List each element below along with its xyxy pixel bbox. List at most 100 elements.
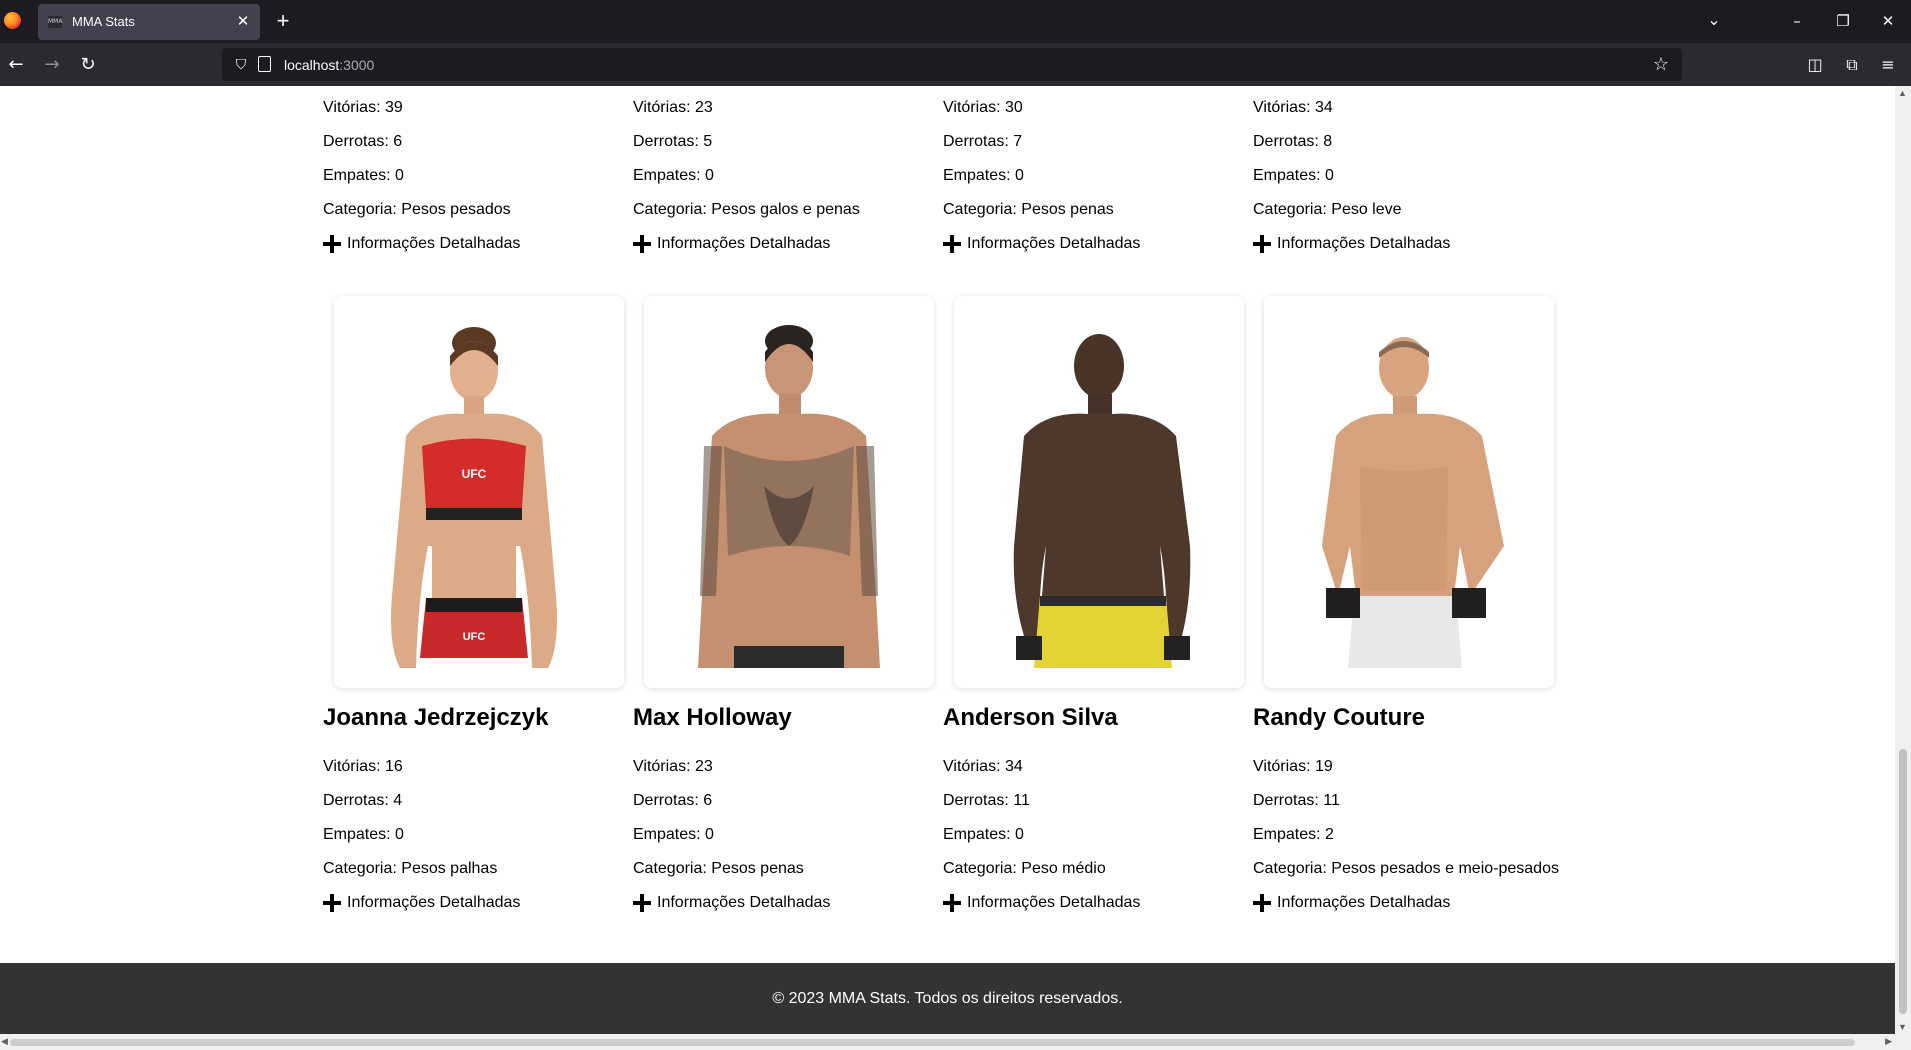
detailed-info-link[interactable]: Informações Detalhadas <box>1253 893 1450 913</box>
fighter-losses: Derrotas: 11 <box>1253 792 1340 809</box>
fighter-photo-card[interactable] <box>954 296 1244 688</box>
scroll-down-arrow-icon[interactable]: ▼ <box>1898 1022 1907 1032</box>
new-tab-button[interactable]: + <box>270 8 296 34</box>
close-window-icon[interactable]: ✕ <box>1865 6 1911 36</box>
fighter-name: Randy Couture <box>1253 704 1426 731</box>
fighter-photo-card[interactable] <box>644 296 934 688</box>
tab-favicon-icon: MMA <box>48 16 62 28</box>
scroll-left-arrow-icon[interactable]: ◀ <box>1 1036 8 1047</box>
tab-title: MMA Stats <box>72 14 135 29</box>
app-menu-hamburger-icon[interactable]: ≡ <box>1874 51 1902 79</box>
vertical-scroll-thumb[interactable] <box>1899 749 1907 1014</box>
url-text[interactable]: localhost:3000 <box>284 57 374 73</box>
fighter-draws: Empates: 0 <box>943 167 1024 184</box>
plus-icon <box>633 894 651 912</box>
bookmark-star-icon[interactable]: ☆ <box>1650 53 1672 75</box>
reload-icon[interactable]: ↻ <box>74 51 102 79</box>
fighter-category: Categoria: Pesos pesados e meio-pesados <box>1253 860 1559 877</box>
fighter-draws: Empates: 0 <box>323 167 404 184</box>
fighter-draws: Empates: 2 <box>1253 826 1334 843</box>
fighter-draws: Empates: 0 <box>943 826 1024 843</box>
fighter-wins: Vitórias: 34 <box>1253 99 1333 116</box>
fighter-photo-card[interactable]: UFC UFC <box>334 296 624 688</box>
fighter-losses: Derrotas: 6 <box>633 792 713 809</box>
horizontal-scroll-thumb[interactable] <box>10 1039 1855 1046</box>
fighter-category: Categoria: Pesos palhas <box>323 860 498 877</box>
detailed-info-link[interactable]: Informações Detalhadas <box>323 234 520 254</box>
minimize-window-icon[interactable]: – <box>1774 6 1820 36</box>
fighter-name: Max Holloway <box>633 704 792 731</box>
plus-icon <box>943 894 961 912</box>
fighter-wins: Vitórias: 30 <box>943 99 1023 116</box>
detailed-info-label: Informações Detalhadas <box>657 894 831 911</box>
url-bar[interactable]: ⛉ localhost:3000 ☆ <box>222 48 1682 81</box>
plus-icon <box>943 235 961 253</box>
plus-icon <box>1253 894 1271 912</box>
plus-icon <box>1253 235 1271 253</box>
fighter-draws: Empates: 0 <box>1253 167 1334 184</box>
fighter-draws: Empates: 0 <box>633 167 714 184</box>
plus-icon <box>633 235 651 253</box>
url-host: localhost <box>284 57 340 73</box>
fighter-category: Categoria: Peso médio <box>943 860 1106 877</box>
detailed-info-label: Informações Detalhadas <box>1277 235 1451 252</box>
horizontal-scrollbar[interactable]: ◀ ▶ <box>0 1034 1895 1050</box>
url-port: :3000 <box>339 57 375 73</box>
detailed-info-link[interactable]: Informações Detalhadas <box>943 234 1140 254</box>
detailed-info-label: Informações Detalhadas <box>347 894 521 911</box>
list-all-tabs-chevron-down-icon[interactable]: ⌄ <box>1700 8 1728 34</box>
fighter-category: Categoria: Pesos pesados <box>323 201 511 218</box>
fighter-losses: Derrotas: 4 <box>323 792 403 809</box>
restore-window-icon[interactable]: ❐ <box>1820 6 1866 36</box>
fighter-category: Categoria: Pesos penas <box>943 201 1114 218</box>
scroll-right-arrow-icon[interactable]: ▶ <box>1885 1036 1892 1047</box>
detailed-info-label: Informações Detalhadas <box>967 235 1141 252</box>
detailed-info-link[interactable]: Informações Detalhadas <box>943 893 1140 913</box>
fighter-category: Categoria: Pesos penas <box>633 860 804 877</box>
detailed-info-link[interactable]: Informações Detalhadas <box>1253 234 1450 254</box>
fighter-photo-max <box>698 325 880 668</box>
detailed-info-label: Informações Detalhadas <box>1277 894 1451 911</box>
navigation-toolbar: ← → ↻ ⛉ localhost:3000 ☆ ◫ ⧉ ≡ <box>0 43 1911 86</box>
plus-icon <box>323 894 341 912</box>
fighter-photo-anderson <box>1013 334 1191 668</box>
fighter-photo-joanna: UFC UFC <box>391 327 557 668</box>
fighter-name: Anderson Silva <box>943 704 1118 731</box>
fighter-losses: Derrotas: 7 <box>943 133 1023 150</box>
fighter-category: Categoria: Pesos galos e penas <box>633 201 860 218</box>
detailed-info-link[interactable]: Informações Detalhadas <box>633 893 830 913</box>
page-info-icon[interactable] <box>258 56 271 72</box>
tab-close-icon[interactable]: ✕ <box>232 11 254 33</box>
extensions-puzzle-icon[interactable]: ⧉ <box>1838 51 1866 79</box>
fighter-photo-card[interactable] <box>1264 296 1554 688</box>
fighter-draws: Empates: 0 <box>633 826 714 843</box>
page-footer: © 2023 MMA Stats. Todos os direitos rese… <box>0 963 1895 1034</box>
svg-text:UFC: UFC <box>462 467 487 481</box>
fighter-photo-randy <box>1322 337 1504 668</box>
fighter-wins: Vitórias: 34 <box>943 758 1023 775</box>
scrollbar-corner <box>1895 1034 1911 1050</box>
fighter-wins: Vitórias: 16 <box>323 758 403 775</box>
fighter-wins: Vitórias: 39 <box>323 99 403 116</box>
forward-arrow-icon[interactable]: → <box>38 51 66 79</box>
fighter-losses: Derrotas: 11 <box>943 792 1030 809</box>
fighter-category: Categoria: Peso leve <box>1253 201 1402 218</box>
detailed-info-label: Informações Detalhadas <box>657 235 831 252</box>
vertical-scrollbar[interactable]: ▲ ▼ <box>1895 86 1911 1034</box>
detailed-info-link[interactable]: Informações Detalhadas <box>633 234 830 254</box>
tracking-protection-shield-icon[interactable]: ⛉ <box>232 55 250 74</box>
scroll-up-arrow-icon[interactable]: ▲ <box>1898 88 1907 98</box>
tab-active[interactable]: MMA MMA Stats ✕ <box>38 4 260 40</box>
fighter-wins: Vitórias: 19 <box>1253 758 1333 775</box>
pocket-icon[interactable]: ◫ <box>1801 51 1829 79</box>
fighter-draws: Empates: 0 <box>323 826 404 843</box>
fighter-wins: Vitórias: 23 <box>633 99 713 116</box>
plus-icon <box>323 235 341 253</box>
fighter-losses: Derrotas: 6 <box>323 133 403 150</box>
detailed-info-link[interactable]: Informações Detalhadas <box>323 893 520 913</box>
firefox-logo-icon <box>4 12 21 29</box>
footer-copyright: © 2023 MMA Stats. Todos os direitos rese… <box>772 990 1123 1007</box>
back-arrow-icon[interactable]: ← <box>2 51 30 79</box>
page-viewport: Vitórias: 39 Derrotas: 6 Empates: 0 Cate… <box>0 86 1895 1034</box>
tab-bar: MMA MMA Stats ✕ + ⌄ – ❐ ✕ <box>0 0 1911 43</box>
